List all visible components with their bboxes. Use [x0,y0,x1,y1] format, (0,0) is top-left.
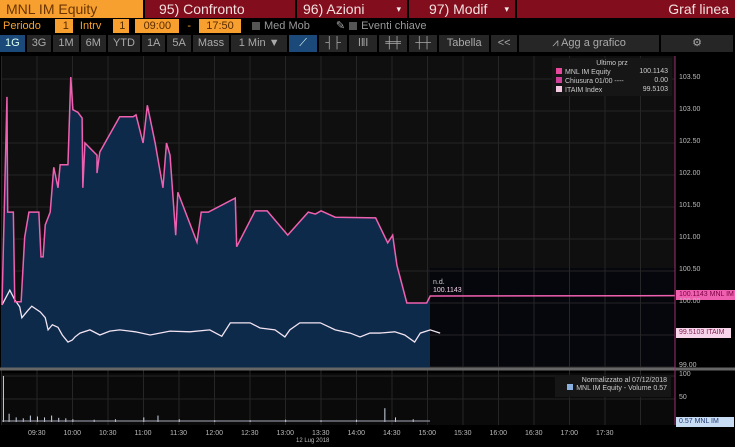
x-tick-label: 15:00 [418,430,437,437]
x-tick-label: 11:00 [134,430,152,437]
volume-tick-label: 50 [679,394,687,401]
legend-value: 99.5103 [642,86,668,93]
after-hours-area [430,268,675,368]
x-tick-label: 15:30 [454,430,472,437]
last-value-label: 100.1143 [433,287,462,294]
x-tick-label: 09:30 [28,430,46,437]
volume-tick-label: 100 [679,371,691,378]
chart-legend: Ultimo prz MNL IM Equity 100.1143 Chiusur… [552,58,672,96]
legend-value: 0.00 [654,77,668,84]
x-tick-label: 17:30 [596,430,614,437]
x-tick-label: 16:00 [489,430,508,437]
x-tick-label: 14:00 [347,430,366,437]
y-tick-label: 103.50 [679,74,701,81]
legend-value: 100.1143 [639,68,668,75]
legend-label: ITAIM Index [565,86,603,94]
x-tick-label: 12:30 [241,430,259,437]
y-tick-label: 102.00 [679,170,701,177]
legend-label: Chiusura 01/00 ---- [565,77,624,85]
legend-swatch [556,85,562,92]
y-tick-label: 101.00 [679,234,701,241]
x-tick-label: 17:00 [560,430,579,437]
x-tick-label: 10:00 [63,430,82,437]
x-tick-label: 14:30 [383,430,401,437]
x-tick-label: 13:00 [276,430,295,437]
volume-legend-title: Normalizzato al 07/12/2018 [581,377,667,384]
x-tick-label: 10:30 [99,430,117,437]
legend-item[interactable]: MNL IM Equity 100.1143 [556,67,668,76]
volume-tag: 0.57 MNL IM [676,417,734,427]
x-tick-label: 13:30 [312,430,330,437]
y-tick-label: 102.50 [679,138,701,145]
legend-item[interactable]: Chiusura 01/00 ---- 0.00 [556,76,668,85]
legend-item[interactable]: ITAIM Index 99.5103 [556,85,668,94]
y-tick-label: 103.00 [679,106,701,113]
legend-swatch [556,67,562,74]
nd-label: n.d. [433,279,445,286]
y-tick-label: 100.50 [679,266,701,273]
volume-legend: Normalizzato al 07/12/2018 MNL IM Equity… [555,375,671,397]
x-tick-label: 11:30 [170,430,187,437]
y-tick-label: 101.50 [679,202,701,209]
legend-label: MNL IM Equity [565,68,611,76]
legend-swatch [556,76,562,83]
x-tick-label: 16:30 [525,430,543,437]
date-label: 12 Lug 2018 [296,438,330,444]
y-tick-label: 100.00 [679,298,701,305]
y-tick-label: 99.00 [679,362,697,369]
x-tick-label: 12:00 [205,430,224,437]
volume-legend-item[interactable]: MNL IM Equity - Volume 0.57 [559,384,667,392]
legend-title: Ultimo prz [596,60,628,67]
index-tag: 99.5103 ITAIM [676,328,731,338]
